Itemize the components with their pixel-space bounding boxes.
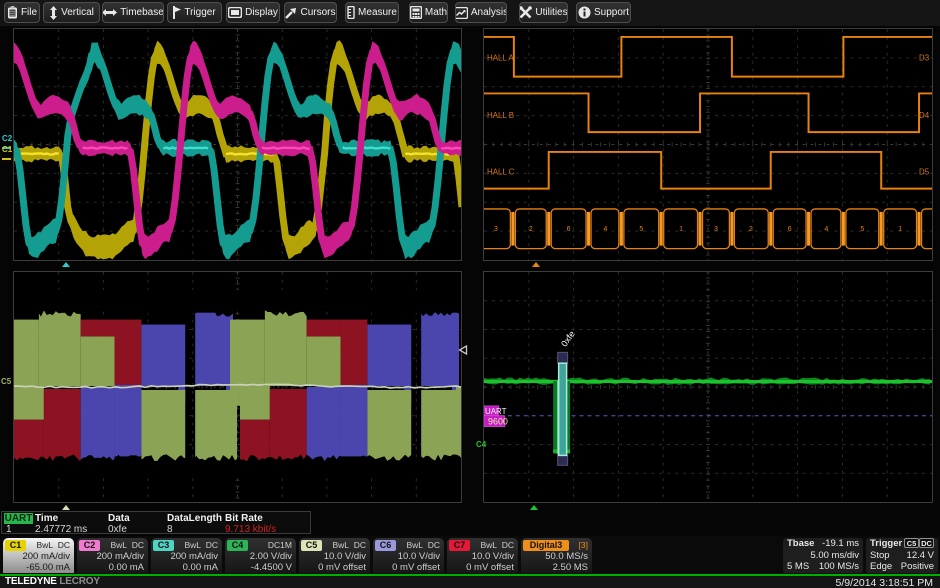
svg-text:3: 3: [714, 226, 718, 233]
svg-text:D3: D3: [919, 54, 930, 63]
svg-text:3: 3: [494, 226, 498, 233]
svg-text:HALL B: HALL B: [487, 111, 514, 120]
svg-text:5: 5: [860, 226, 864, 233]
svg-text:4: 4: [825, 226, 829, 233]
svg-text:D4: D4: [919, 111, 930, 120]
svg-text:0xfe: 0xfe: [559, 329, 577, 349]
svg-text:9600: 9600: [488, 417, 508, 427]
svg-text:1: 1: [898, 226, 902, 233]
svg-text:HALL A: HALL A: [487, 54, 514, 63]
svg-text:6: 6: [567, 226, 571, 233]
svg-text:4: 4: [604, 226, 608, 233]
svg-text:5: 5: [639, 226, 643, 233]
svg-text:6: 6: [788, 226, 792, 233]
svg-text:UART: UART: [485, 407, 507, 416]
svg-text:2: 2: [529, 226, 533, 233]
svg-text:D5: D5: [919, 168, 930, 177]
svg-text:2: 2: [749, 226, 753, 233]
svg-text:HALL C: HALL C: [487, 168, 515, 177]
svg-text:1: 1: [679, 226, 683, 233]
